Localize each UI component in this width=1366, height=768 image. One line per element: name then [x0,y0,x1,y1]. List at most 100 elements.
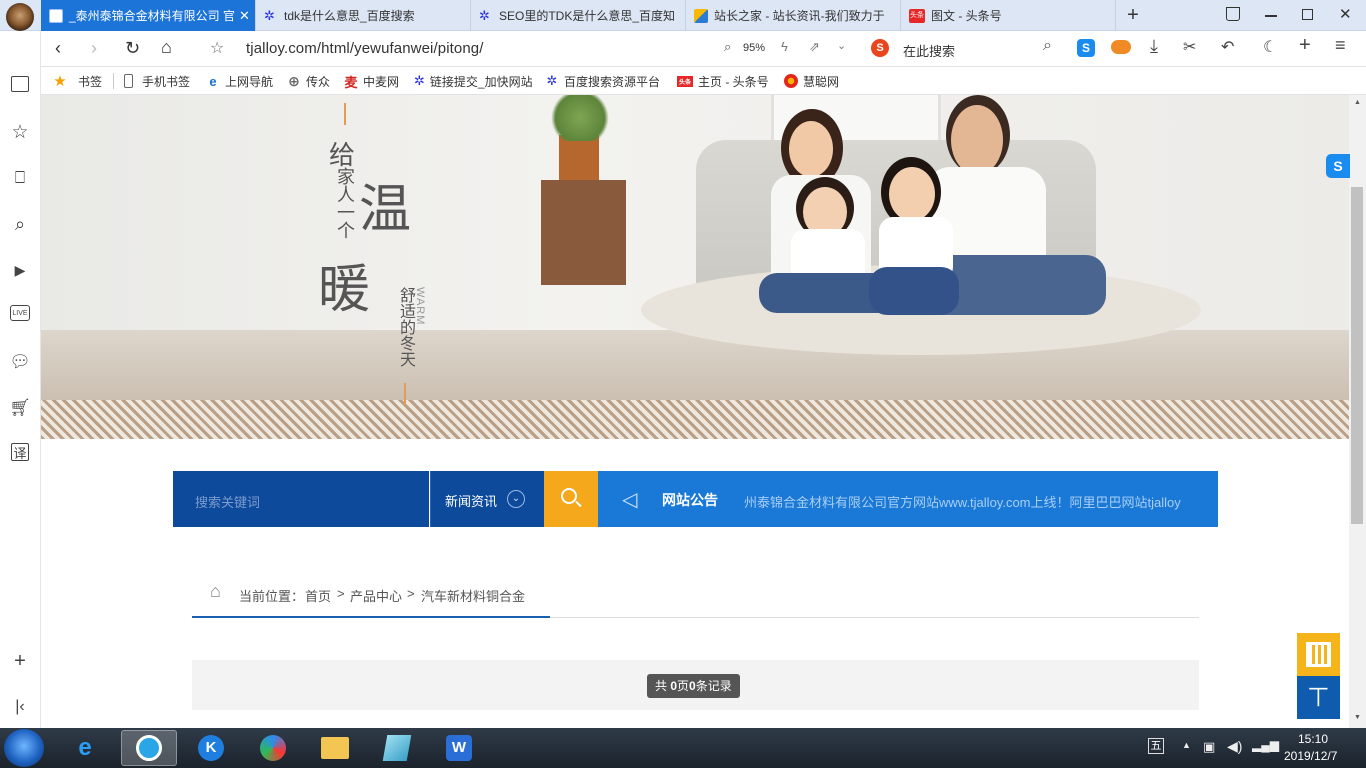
bookmark-label: 链接提交_加快网站 [429,74,532,89]
translate-icon[interactable]: 译 [11,443,29,461]
close-window-icon[interactable]: ✕ [1339,5,1352,23]
taskbar-notepad[interactable] [369,730,425,766]
scroll-down-arrow-icon[interactable]: ▼ [1354,714,1361,721]
home-icon[interactable]: ⌂ [161,37,172,58]
game-icon[interactable] [1111,40,1131,54]
download-icon[interactable]: ⤓ [1150,36,1158,57]
breadcrumb-products-link[interactable]: 产品中心 [350,586,402,605]
notice-label: 网站公告 [662,492,718,508]
tab-baidu-seo[interactable]: ✲ SEO里的TDK是什么意思_百度知 [471,0,686,31]
k-app-icon: K [198,735,224,761]
back-icon[interactable]: ‹ [55,38,61,59]
search-keyword-input[interactable]: 搜索关键词 [173,471,429,527]
back-to-top-button[interactable]: ⊤ [1297,676,1340,719]
bookmark-zhongmai[interactable]: 麦 中麦网 [344,67,399,95]
reader-icon[interactable] [11,76,29,92]
forward-icon[interactable]: › [91,38,97,59]
tray-device-icon[interactable]: ▣ [1203,739,1215,755]
scroll-thumb[interactable] [1351,187,1363,524]
banner-text-nuan: 暖 [318,262,371,319]
minimize-icon[interactable] [1265,15,1277,17]
refresh-icon[interactable]: ↻ [125,38,140,59]
undo-icon[interactable]: ↶ [1221,37,1234,57]
tray-expand-icon[interactable]: ▲ [1182,740,1191,750]
volume-icon[interactable]: ◀) [1227,738,1242,755]
pager-text: 条记录 [695,679,732,693]
clock-time[interactable]: 15:10 [1298,732,1328,746]
taskbar-explorer[interactable] [307,730,363,766]
bookmark-chuanzhong[interactable]: ⊕ 传众 [287,67,330,95]
bookmark-toutiao[interactable]: 头条 主页 - 头条号 [677,67,769,95]
chat-icon[interactable]: 💬︎ [9,351,31,373]
live-icon[interactable]: LIVE [10,305,30,321]
taskbar-browser[interactable] [121,730,177,766]
tab-title: _泰州泰锦合金材料有限公司 官 [69,9,236,23]
menu-icon[interactable]: ≡ [1335,35,1346,56]
search-placeholder: 搜索关键词 [195,495,261,510]
search-button[interactable] [544,471,598,527]
user-avatar[interactable] [6,3,34,31]
clock-date[interactable]: 2019/12/7 [1284,749,1337,763]
night-mode-icon[interactable]: ☾ [1263,37,1277,57]
start-button[interactable] [4,729,44,767]
bookmark-folder[interactable]: ★ 书签 [53,67,102,95]
zoom-icon[interactable]: ⌕ [724,39,731,55]
qr-code-button[interactable] [1297,633,1340,676]
taskbar-wps[interactable]: W [431,730,487,766]
ime-indicator[interactable]: 五 [1148,738,1164,754]
search-field[interactable]: 在此搜索 [903,41,955,60]
collapse-sidebar-icon[interactable]: |‹ [9,696,31,718]
ie-globe-icon [49,8,63,23]
tab-tjalloy[interactable]: _泰州泰锦合金材料有限公司 官 ✕ [41,0,256,31]
url-field[interactable]: tjalloy.com/html/yewufanwei/pitong/ [246,40,484,57]
baidu-paw-icon: ✲ [264,7,275,23]
bookmark-nav[interactable]: e 上网导航 [206,67,273,95]
sogou-sync-icon[interactable]: S [1077,39,1095,57]
pin-icon[interactable] [1226,7,1240,21]
book-icon[interactable]: ⎕ [9,167,31,189]
scissors-icon[interactable]: ✂ [1183,37,1196,57]
tab-chinaz[interactable]: 站长之家 - 站长资讯-我们致力于 [686,0,901,31]
search-icon-handle [575,500,582,508]
add-panel-icon[interactable]: + [9,650,31,672]
network-icon[interactable]: ▂▄▆ [1252,738,1279,752]
bookmark-mobile[interactable]: 手机书签 [124,67,190,95]
bookmark-baidu-ziyuan[interactable]: ✲ 百度搜索资源平台 [545,67,663,95]
taskbar-cloud[interactable] [245,730,301,766]
bookmark-huicong[interactable]: 慧聪网 [784,67,839,95]
sogou-float-icon[interactable]: S [1326,154,1350,178]
notepad-icon [382,735,412,761]
share-icon[interactable]: ⇗ [809,39,820,55]
breadcrumb-current-link[interactable]: 汽车新材料铜合金 [421,586,525,605]
search-engine-icon[interactable]: S [871,39,889,57]
bookmark-star-icon[interactable]: ☆ [210,38,224,58]
search-icon[interactable]: ⌕ [1043,37,1052,55]
page-scrollbar[interactable]: ▲ ▼ [1349,95,1366,728]
tab-baidu-tdk[interactable]: ✲ tdk是什么意思_百度搜索 [256,0,471,31]
zoom-level[interactable]: 95% [743,42,765,54]
tab-toutiao[interactable]: 头条 图文 - 头条号 [901,0,1116,31]
close-tab-icon[interactable]: ✕ [235,8,250,24]
search-icon[interactable]: ⌕ [9,213,31,235]
bookmark-divider [113,73,114,89]
notice-marquee[interactable]: 州泰锦合金材料有限公司官方网站www.tjalloy.com上线！阿里巴巴网站t… [744,492,1194,511]
add-icon[interactable]: + [1299,34,1311,57]
taskbar-ie[interactable]: e [57,730,113,766]
cart-icon[interactable]: 🛒︎ [9,397,31,419]
scroll-up-arrow-icon[interactable]: ▲ [1354,99,1361,106]
bookmark-link-submit[interactable]: ✲ 链接提交_加快网站 [414,67,532,95]
wps-icon: W [446,735,472,761]
new-tab-icon[interactable]: + [1123,4,1143,26]
windows-taskbar: e K W 五 ▲ ▣ ◀) ▂▄▆ 15:10 2019/12/7 [0,728,1366,768]
restore-icon[interactable] [1302,9,1313,20]
bookmark-label: 主页 - 头条号 [698,74,769,89]
chevron-down-icon[interactable]: ⌄ [837,39,846,52]
lightning-icon[interactable]: ϟ [781,39,788,54]
search-category-select[interactable]: 新闻资讯 ⌄ [430,471,544,527]
tab-title: 图文 - 头条号 [931,9,1002,23]
video-icon[interactable]: ▶ [9,259,31,281]
favorites-star-icon[interactable]: ☆ [9,121,31,143]
taskbar-k-app[interactable]: K [183,730,239,766]
breadcrumb-home-link[interactable]: 首页 [305,586,331,605]
globe-icon: ⊕ [288,72,300,89]
